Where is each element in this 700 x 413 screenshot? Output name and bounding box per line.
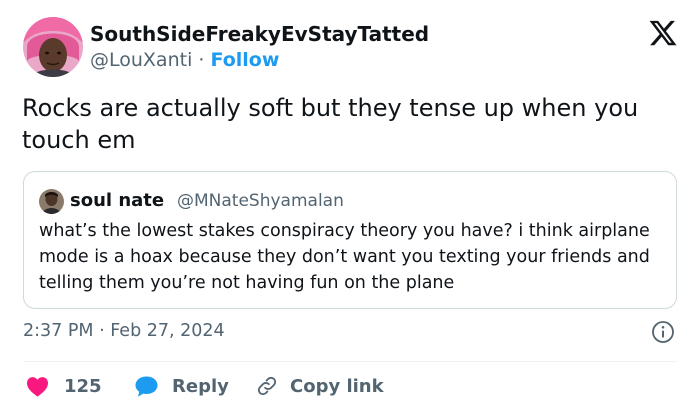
quoted-author-handle: @MNateShyamalan bbox=[177, 191, 344, 211]
author-display-name[interactable]: SouthSideFreakyEvStayTatted bbox=[90, 22, 429, 46]
speech-bubble-icon bbox=[135, 376, 158, 397]
tweet-text: Rocks are actually soft but they tense u… bbox=[22, 94, 639, 154]
author-handle-line: @LouXanti · Follow bbox=[90, 49, 279, 71]
follow-button[interactable]: Follow bbox=[211, 49, 280, 71]
like-button[interactable]: 125 bbox=[26, 373, 102, 399]
tweet-card: SouthSideFreakyEvStayTatted @LouXanti · … bbox=[0, 0, 700, 413]
divider bbox=[23, 361, 677, 362]
copy-link-button[interactable]: Copy link bbox=[256, 373, 384, 399]
handle-separator: · bbox=[198, 49, 205, 71]
author-handle[interactable]: @LouXanti bbox=[90, 49, 192, 71]
like-count: 125 bbox=[64, 375, 102, 397]
reply-button[interactable]: Reply bbox=[134, 373, 229, 399]
quoted-author-avatar bbox=[39, 189, 64, 214]
heart-icon bbox=[27, 376, 48, 397]
info-icon[interactable] bbox=[651, 320, 675, 344]
quoted-tweet-text: what’s the lowest stakes conspiracy theo… bbox=[39, 221, 650, 293]
quoted-author-name: soul nate bbox=[70, 190, 165, 211]
tweet-timestamp[interactable]: 2:37 PM · Feb 27, 2024 bbox=[23, 321, 225, 341]
copy-link-label: Copy link bbox=[290, 375, 384, 397]
x-logo-icon[interactable] bbox=[648, 18, 678, 48]
reply-label: Reply bbox=[172, 375, 229, 397]
link-icon bbox=[257, 376, 277, 396]
author-avatar[interactable] bbox=[23, 17, 83, 77]
quoted-tweet-card[interactable]: soul nate @MNateShyamalan what’s the low… bbox=[23, 171, 677, 309]
